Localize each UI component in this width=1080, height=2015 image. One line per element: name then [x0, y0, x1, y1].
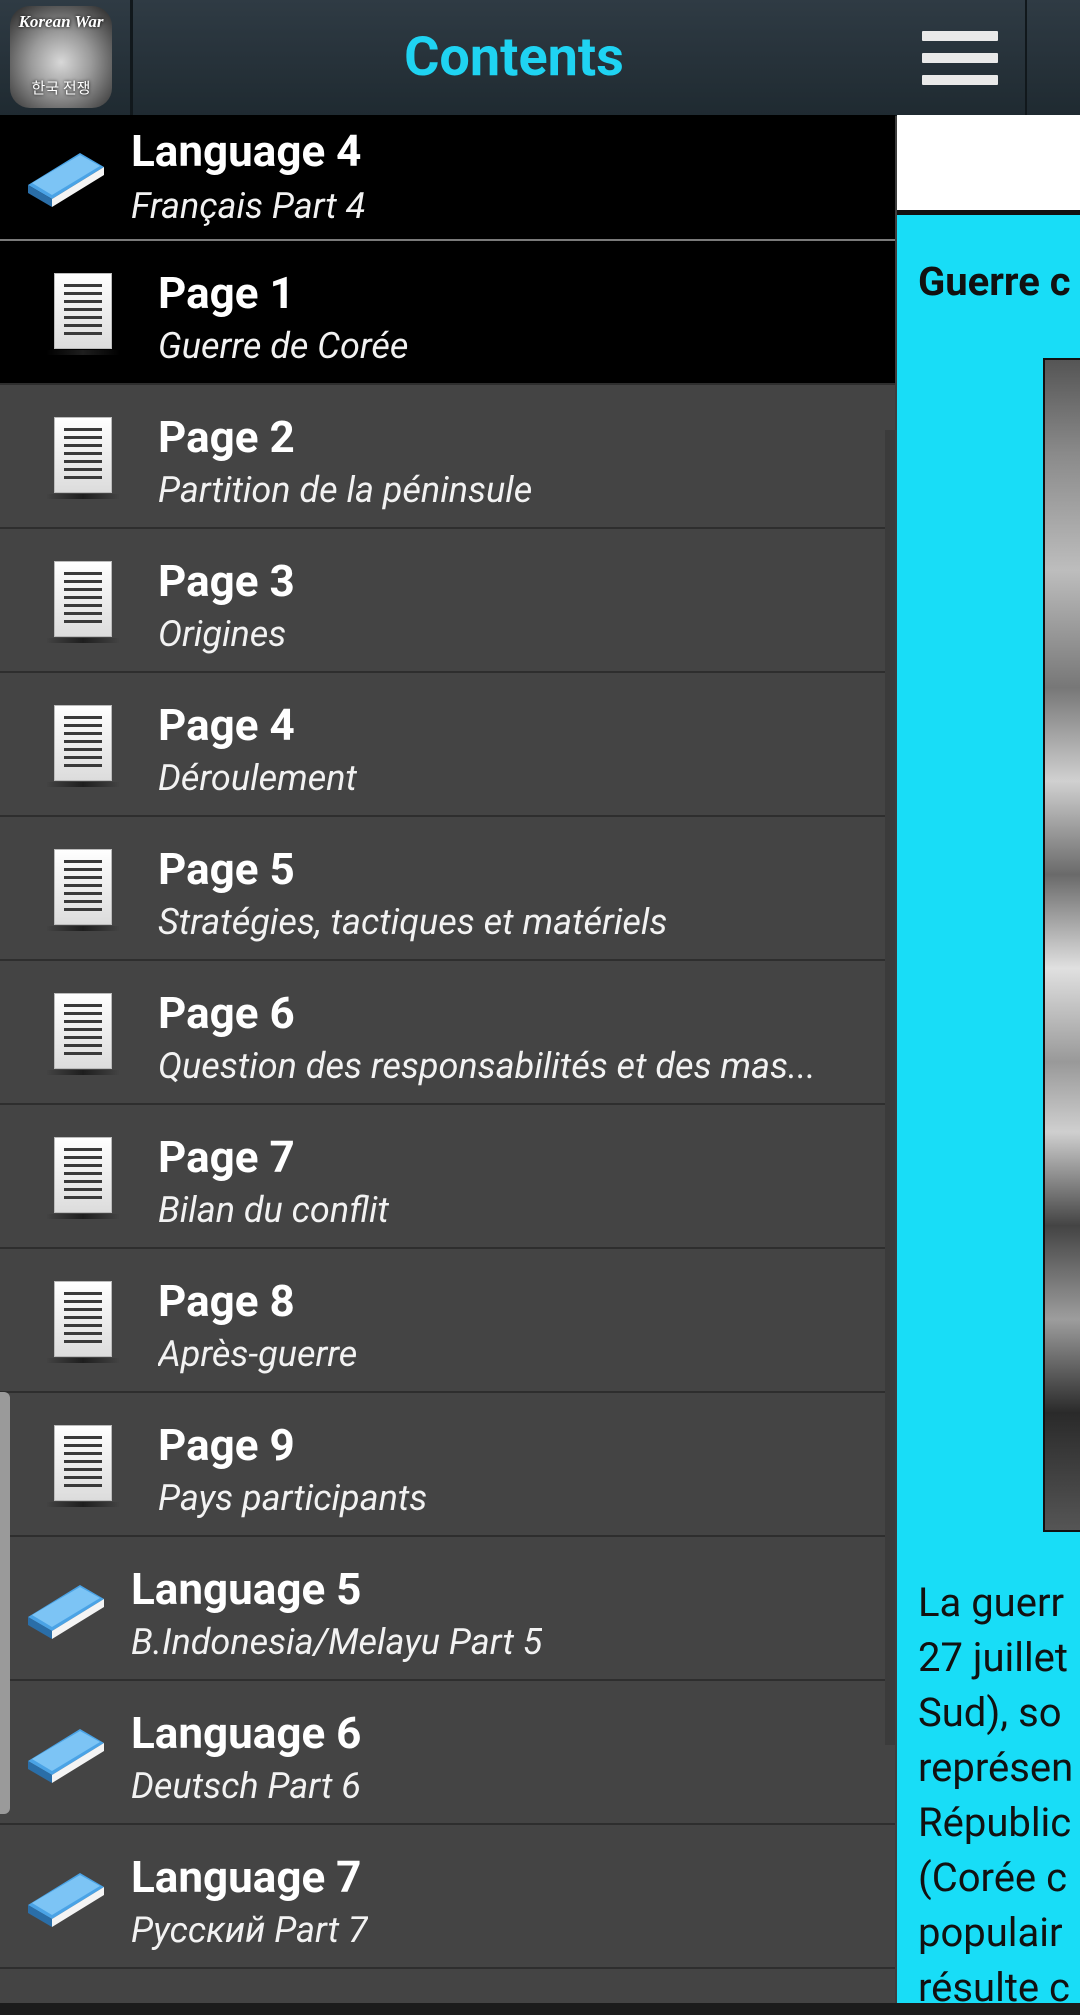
drawer-edge — [885, 430, 895, 1745]
app-logo-label: Korean War — [18, 12, 104, 31]
list-item-subtitle: Stratégies, tactiques et matériels — [158, 901, 668, 943]
article-line: La guerr — [918, 1579, 1065, 1626]
list-item-page-2[interactable]: Page 2 Partition de la péninsule — [0, 385, 895, 529]
app-logo-sublabel: 한국 전쟁 — [31, 79, 91, 97]
list-item-title: Page 4 — [158, 699, 295, 751]
list-item-title: Page 7 — [158, 1131, 295, 1183]
article-line: Républic — [918, 1799, 1072, 1846]
content-header-strip — [897, 115, 1080, 215]
list-item-title: Language 6 — [131, 1707, 362, 1759]
list-item-subtitle: Guerre de Corée — [158, 325, 409, 367]
list-item-subtitle: Français Part 4 — [131, 185, 366, 227]
list-item-subtitle: Русский Part 7 — [131, 1909, 368, 1951]
list-item-page-9[interactable]: Page 9 Pays participants — [0, 1393, 895, 1537]
list-item-language-6[interactable]: Language 6 Deutsch Part 6 — [0, 1681, 895, 1825]
list-item-title: Page 2 — [158, 411, 295, 463]
list-item-title: Language 5 — [131, 1563, 362, 1615]
document-icon — [46, 273, 120, 355]
hamburger-menu-icon — [922, 19, 998, 97]
book-icon — [20, 135, 108, 215]
article-body: La guerr 27 juillet Sud), so représen Ré… — [918, 1575, 1080, 2015]
drawer-header: Korean War 한국 전쟁 Contents — [0, 0, 895, 115]
list-item-title: Page 8 — [158, 1275, 295, 1327]
book-icon — [20, 1855, 108, 1935]
article-line: 27 juillet — [918, 1634, 1068, 1681]
list-item-subtitle: Origines — [158, 613, 287, 655]
menu-button[interactable] — [895, 0, 1027, 115]
list-item-page-6[interactable]: Page 6 Question des responsabilités et d… — [0, 961, 895, 1105]
list-item-page-5[interactable]: Page 5 Stratégies, tactiques et matériel… — [0, 817, 895, 961]
article-line: représen — [918, 1744, 1074, 1791]
app-logo: Korean War 한국 전쟁 — [10, 6, 112, 108]
book-icon — [20, 1711, 108, 1791]
article-photo — [1043, 358, 1080, 1532]
list-item-title: Language 4 — [131, 125, 362, 177]
list-item-page-4[interactable]: Page 4 Déroulement — [0, 673, 895, 817]
scrollbar-thumb[interactable] — [0, 1392, 10, 1814]
document-icon — [46, 705, 120, 787]
article-line: populair — [918, 1909, 1063, 1956]
document-icon — [46, 1281, 120, 1363]
list-item-title: Page 9 — [158, 1419, 295, 1471]
article-title: Guerre c — [918, 258, 1071, 305]
document-icon — [46, 993, 120, 1075]
list-item-language-5[interactable]: Language 5 B.Indonesia/Melayu Part 5 — [0, 1537, 895, 1681]
list-item-subtitle: Pays participants — [158, 1477, 428, 1519]
document-icon — [46, 417, 120, 499]
document-icon — [46, 849, 120, 931]
list-item-subtitle: Deutsch Part 6 — [131, 1765, 361, 1807]
list-item-subtitle: Déroulement — [158, 757, 357, 799]
article-line: résulte c — [918, 1964, 1070, 2011]
list-item-language-7[interactable]: Language 7 Русский Part 7 — [0, 1825, 895, 1969]
list-item-page-8[interactable]: Page 8 Après-guerre — [0, 1249, 895, 1393]
list-item-subtitle: Question des responsabilités et des mas.… — [158, 1045, 816, 1087]
list-item-subtitle: Bilan du conflit — [158, 1189, 389, 1231]
list-item-language-4[interactable]: Language 4 Français Part 4 — [0, 115, 895, 241]
list-item-title: Page 6 — [158, 987, 295, 1039]
document-icon — [46, 1137, 120, 1219]
document-icon — [46, 561, 120, 643]
list-item-page-1[interactable]: Page 1 Guerre de Corée — [0, 241, 895, 385]
list-item-title: Page 5 — [158, 843, 295, 895]
navigation-drawer: Korean War 한국 전쟁 Contents Language 4 Fra… — [0, 0, 895, 2003]
list-item-subtitle: B.Indonesia/Melayu Part 5 — [131, 1621, 543, 1663]
book-icon — [20, 1567, 108, 1647]
list-item-subtitle: Partition de la péninsule — [158, 469, 533, 511]
list-item-title: Page 3 — [158, 555, 295, 607]
article-line: (Corée c — [918, 1854, 1068, 1901]
article-line: Sud), so — [918, 1689, 1062, 1736]
list-item-page-7[interactable]: Page 7 Bilan du conflit — [0, 1105, 895, 1249]
contents-list: Language 4 Français Part 4 Page 1 Guerre… — [0, 115, 895, 1969]
list-item-title: Page 1 — [158, 267, 295, 319]
list-item-title: Language 7 — [131, 1851, 362, 1903]
list-item-subtitle: Après-guerre — [158, 1333, 358, 1375]
list-item-page-3[interactable]: Page 3 Origines — [0, 529, 895, 673]
drawer-title: Contents — [404, 26, 624, 89]
document-icon — [46, 1425, 120, 1507]
